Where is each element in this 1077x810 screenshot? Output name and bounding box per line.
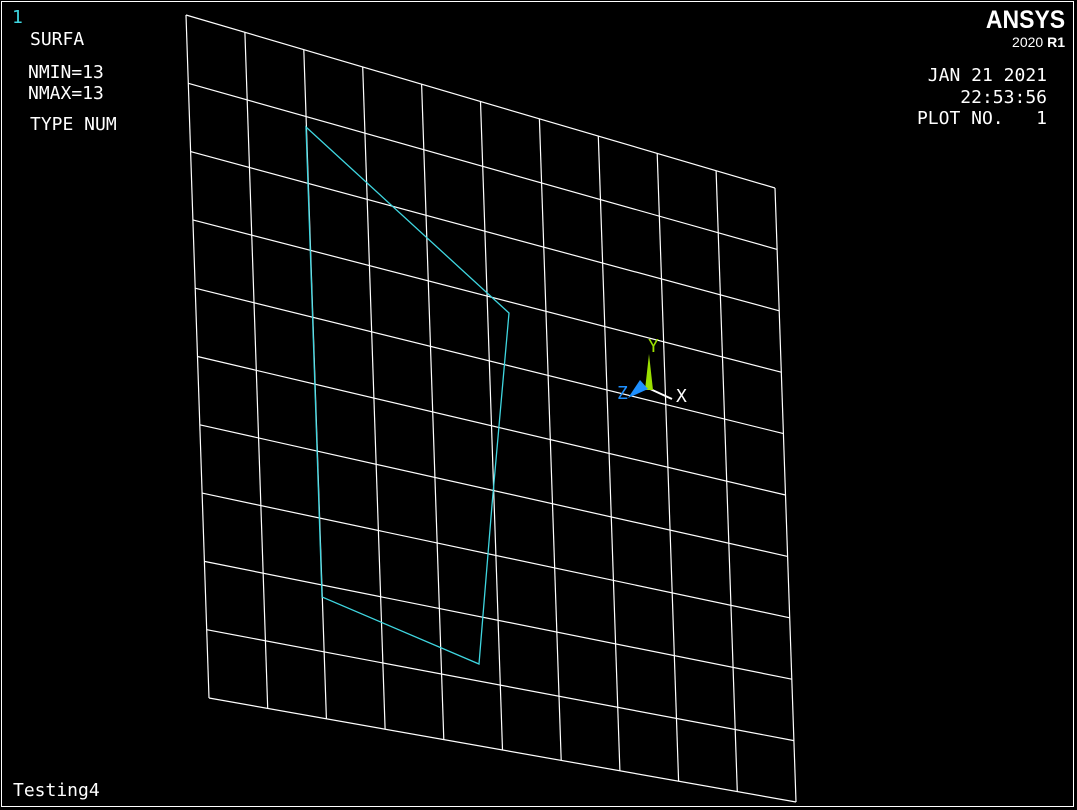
area-outline (305, 125, 510, 665)
triad-x-label: X (676, 386, 687, 407)
triad-z-label: Z (617, 383, 628, 404)
type-label: TYPE NUM (30, 114, 117, 135)
logo-name: ANSYS (985, 6, 1065, 34)
mesh-grid (185, 14, 797, 803)
mesh-line-horizontal (204, 560, 792, 680)
graphics-window[interactable]: X Y Z 1 SURFA NMIN=13 NMAX=13 TYPE NUM A… (0, 0, 1077, 810)
nmax-label: NMAX=13 (28, 83, 104, 104)
plot-title: Testing4 (13, 780, 100, 801)
logo-version: 2020 R1 (979, 34, 1065, 50)
global-triad: X Y Z (617, 336, 687, 407)
mesh-line-horizontal (201, 492, 790, 619)
mesh-line-horizontal (188, 82, 778, 250)
triad-y-axis (645, 354, 653, 390)
nmin-label: NMIN=13 (28, 62, 104, 83)
mesh-line-horizontal (197, 355, 786, 496)
mesh-line-horizontal (185, 14, 776, 189)
ansys-logo: ANSYS 2020 R1 (979, 6, 1065, 50)
window-number: 1 (12, 7, 23, 28)
mesh-line-horizontal (208, 697, 797, 803)
mesh-line-horizontal (195, 287, 784, 435)
triad-z-axis (628, 380, 648, 398)
logo-year: 2020 (1012, 34, 1044, 50)
logo-release: R1 (1047, 34, 1065, 50)
command-label: SURFA (30, 29, 85, 50)
plot-number: PLOT NO. 1 (916, 108, 1047, 129)
time-stamp: 22:53:56 (960, 87, 1047, 108)
mesh-line-horizontal (190, 151, 780, 312)
mesh-line-horizontal (192, 219, 782, 373)
triad-y-label: Y (648, 336, 659, 357)
plot-canvas: X Y Z (185, 14, 797, 803)
date-stamp: JAN 21 2021 (927, 65, 1047, 86)
mesh-line-horizontal (206, 629, 795, 742)
